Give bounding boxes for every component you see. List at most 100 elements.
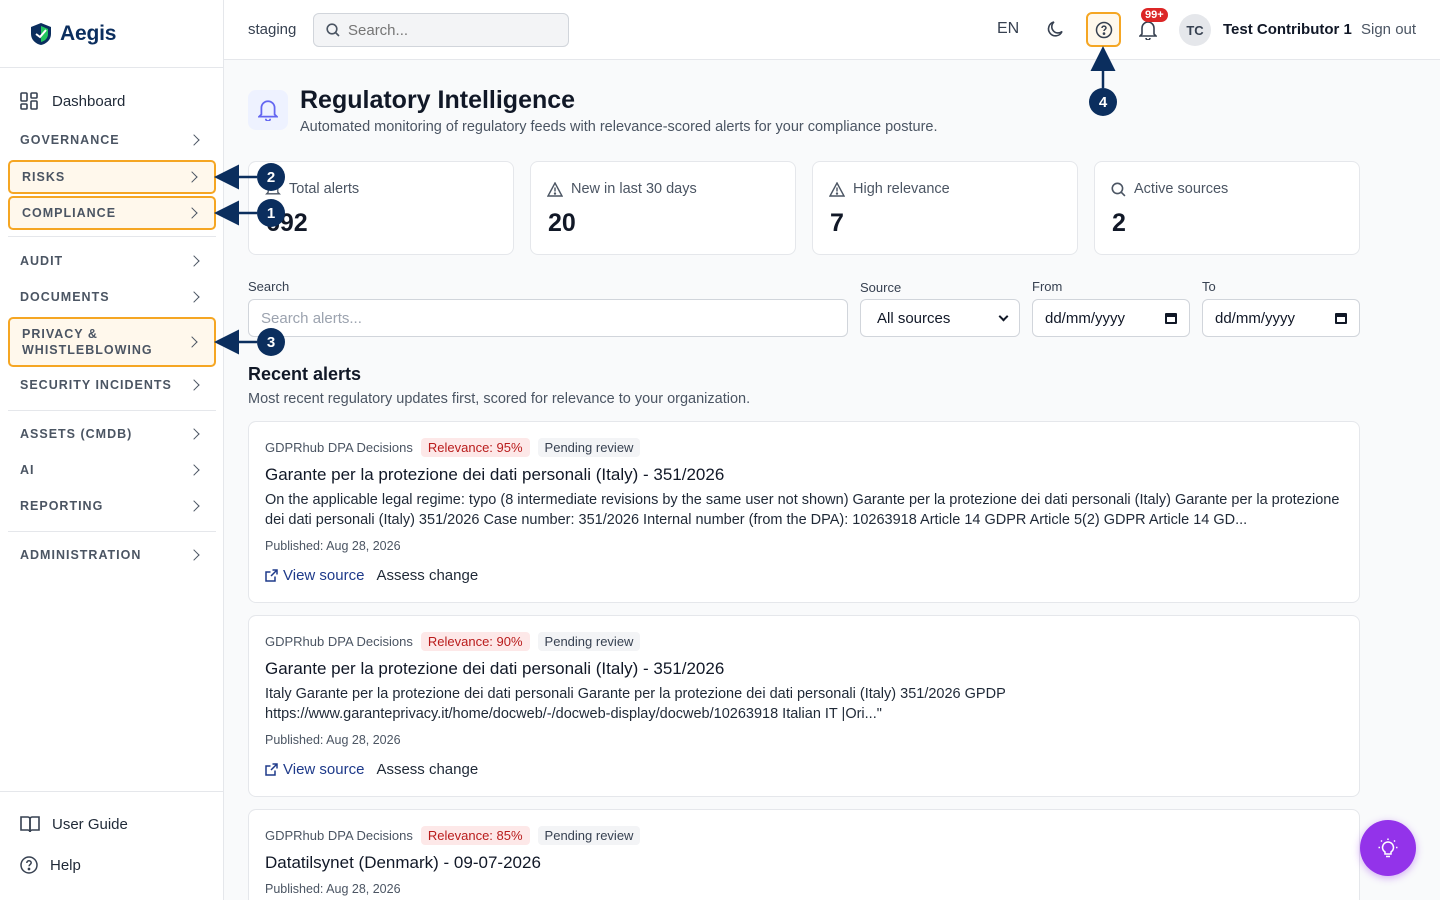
help-circle-icon <box>20 856 38 874</box>
chevron-right-icon <box>188 255 200 267</box>
to-date-label: To <box>1202 279 1216 294</box>
shield-logo-icon <box>31 22 51 45</box>
sidebar-section-audit[interactable]: AUDIT <box>8 244 216 278</box>
alert-title[interactable]: Garante per la protezione dei dati perso… <box>265 659 724 679</box>
sidebar-section-assets[interactable]: ASSETS (CMDB) <box>8 417 216 451</box>
chevron-right-icon <box>188 428 200 440</box>
help-button[interactable] <box>1086 12 1121 47</box>
external-link-icon <box>265 763 278 776</box>
dark-mode-toggle[interactable] <box>1046 19 1066 44</box>
stat-card-total-alerts: Total alerts 692 <box>248 161 514 255</box>
stat-value: 20 <box>548 209 576 237</box>
source-filter-label: Source <box>860 280 902 295</box>
status-badge: Pending review <box>537 438 641 457</box>
brand-name: Aegis <box>60 21 117 45</box>
calendar-icon[interactable] <box>1165 312 1177 324</box>
stat-value: 7 <box>830 209 844 237</box>
alert-title[interactable]: Garante per la protezione dei dati perso… <box>265 465 724 485</box>
to-date-input[interactable]: dd/mm/yyyy <box>1202 299 1360 337</box>
sidebar-divider <box>8 410 216 411</box>
external-link-icon <box>265 569 278 582</box>
assess-change-button[interactable]: Assess change <box>376 761 478 778</box>
sidebar-section-reporting[interactable]: REPORTING <box>8 489 216 523</box>
alert-title[interactable]: Datatilsynet (Denmark) - 09-07-2026 <box>265 853 541 873</box>
sidebar-item-dashboard[interactable]: Dashboard <box>20 92 125 110</box>
alert-source: GDPRhub DPA Decisions <box>265 828 413 843</box>
stat-value: 2 <box>1112 209 1126 237</box>
page-subtitle: Automated monitoring of regulatory feeds… <box>300 119 938 135</box>
sidebar-section-administration[interactable]: ADMINISTRATION <box>8 538 216 572</box>
global-search-input[interactable] <box>348 21 548 39</box>
sidebar-section-label: COMPLIANCE <box>22 206 117 220</box>
alert-published: Published: Aug 28, 2026 <box>265 882 401 896</box>
to-date-value: dd/mm/yyyy <box>1215 309 1296 327</box>
view-source-label: View source <box>283 761 365 778</box>
stat-label: Active sources <box>1134 181 1229 197</box>
sidebar-section-label: ADMINISTRATION <box>20 548 142 562</box>
alert-body: On the applicable legal regime: typo (8 … <box>265 492 1340 528</box>
annotation-marker: 4 <box>1089 88 1117 116</box>
sidebar-divider <box>8 236 216 237</box>
sidebar-item-label: Dashboard <box>52 92 126 110</box>
sidebar-section-compliance[interactable]: COMPLIANCE <box>8 196 216 230</box>
relevance-badge: Relevance: 95% <box>420 438 530 457</box>
annotation-marker: 2 <box>257 163 285 191</box>
notifications-button[interactable] <box>1138 20 1158 45</box>
chevron-right-icon <box>186 336 198 348</box>
sidebar-section-risks[interactable]: RISKS <box>8 160 216 194</box>
user-name[interactable]: Test Contributor 1 <box>1223 21 1352 38</box>
lightbulb-icon <box>1378 838 1398 858</box>
global-search[interactable] <box>313 13 569 47</box>
relevance-badge: Relevance: 90% <box>420 632 530 651</box>
view-source-link[interactable]: View source <box>265 567 364 584</box>
view-source-label: View source <box>283 567 365 584</box>
dashboard-grid-icon <box>20 92 38 110</box>
topbar: staging EN 99+ TC Test Contributor 1 Sig… <box>224 0 1440 60</box>
assistant-button[interactable] <box>1360 820 1416 876</box>
sidebar-section-documents[interactable]: DOCUMENTS <box>8 280 216 314</box>
status-badge: Pending review <box>537 826 641 845</box>
alert-published: Published: Aug 28, 2026 <box>265 539 401 553</box>
alert-source: GDPRhub DPA Decisions <box>265 634 413 649</box>
sign-out-button[interactable]: Sign out <box>1361 21 1416 38</box>
sidebar-section-label: SECURITY INCIDENTS <box>20 378 172 392</box>
sidebar-section-privacy-whistleblowing[interactable]: PRIVACY & WHISTLEBLOWING <box>8 317 216 367</box>
sidebar-section-security-incidents[interactable]: SECURITY INCIDENTS <box>8 368 216 402</box>
brand[interactable]: Aegis <box>0 0 223 68</box>
stat-label: New in last 30 days <box>571 181 697 197</box>
search-icon <box>1111 181 1126 196</box>
sidebar-section-ai[interactable]: AI <box>8 453 216 487</box>
page-icon <box>248 90 288 130</box>
from-date-input[interactable]: dd/mm/yyyy <box>1032 299 1190 337</box>
assess-change-button[interactable]: Assess change <box>376 567 478 584</box>
view-source-link[interactable]: View source <box>265 761 364 778</box>
alert-published: Published: Aug 28, 2026 <box>265 733 401 747</box>
user-guide-link[interactable]: User Guide <box>20 815 128 833</box>
language-switcher[interactable]: EN <box>997 20 1019 38</box>
chevron-right-icon <box>188 464 200 476</box>
recent-alerts-title: Recent alerts <box>248 364 362 384</box>
alert-body: Italy Garante per la protezione dei dati… <box>265 686 1006 722</box>
annotation-marker: 3 <box>257 328 285 356</box>
status-badge: Pending review <box>537 632 641 651</box>
calendar-icon[interactable] <box>1335 312 1347 324</box>
alert-card: GDPRhub DPA Decisions Relevance: 95% Pen… <box>248 421 1360 603</box>
source-select-value: All sources <box>877 309 951 327</box>
stat-label: High relevance <box>853 181 950 197</box>
avatar[interactable]: TC <box>1179 14 1211 46</box>
alert-card: GDPRhub DPA Decisions Relevance: 90% Pen… <box>248 615 1360 797</box>
stat-label: Total alerts <box>289 181 360 197</box>
sidebar-section-governance[interactable]: GOVERNANCE <box>8 123 216 157</box>
stat-card-high-relevance: High relevance 7 <box>812 161 1078 255</box>
search-icon <box>326 23 340 37</box>
help-label: Help <box>50 856 81 874</box>
chevron-right-icon <box>186 207 198 219</box>
sidebar-divider <box>8 531 216 532</box>
chevron-right-icon <box>188 379 200 391</box>
relevance-badge: Relevance: 85% <box>420 826 530 845</box>
source-select[interactable]: All sources <box>860 299 1020 337</box>
alert-search-input[interactable]: Search alerts... <box>248 299 848 337</box>
help-link[interactable]: Help <box>20 856 81 874</box>
warning-triangle-icon <box>829 181 845 197</box>
chevron-right-icon <box>186 171 198 183</box>
